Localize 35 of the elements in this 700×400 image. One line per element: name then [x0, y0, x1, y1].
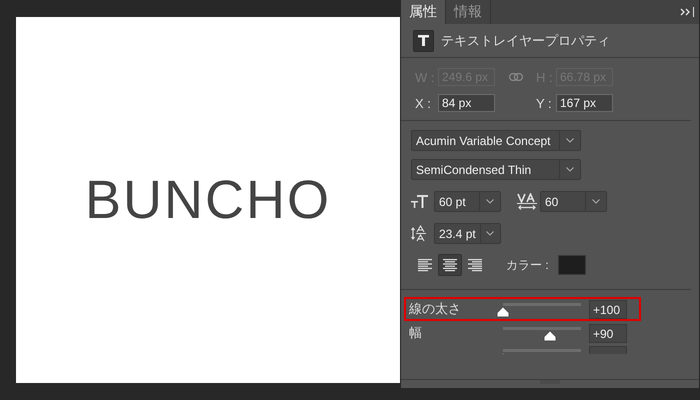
canvas-text: BUNCHO: [84, 169, 331, 231]
slider-label: 線の太さ: [408, 300, 462, 318]
align-left-icon: [418, 258, 432, 272]
panel-title: テキストレイヤープロパティ: [441, 32, 610, 50]
field-label: X :: [415, 96, 432, 110]
dropdown[interactable]: 60: [540, 191, 607, 212]
value-field[interactable]: +100: [589, 300, 627, 318]
font-size-icon: [411, 195, 428, 208]
panel-tab[interactable]: 属性: [401, 0, 446, 24]
value-field[interactable]: +90: [589, 324, 627, 342]
caret-icon: [592, 199, 600, 204]
align-center-icon: [443, 258, 457, 272]
dropdown[interactable]: 60 pt: [434, 191, 501, 212]
caret-icon: [486, 231, 494, 236]
slider-thumb[interactable]: [544, 331, 556, 341]
link-icon: [508, 73, 522, 81]
color-swatch[interactable]: [558, 255, 586, 275]
caret-icon: [566, 138, 574, 143]
align-center-button[interactable]: [438, 254, 462, 276]
caret-icon: [486, 199, 494, 204]
slider-thumb[interactable]: [497, 307, 509, 317]
type-glyph-icon: [418, 35, 429, 46]
dropdown[interactable]: SemiCondensed Thin: [411, 159, 581, 180]
align-right-icon: [468, 258, 482, 272]
color-label: カラー :: [506, 256, 549, 274]
panel-menu-icon[interactable]: [680, 7, 694, 17]
value-field[interactable]: 167 px: [556, 94, 613, 112]
caret-icon: [566, 167, 574, 172]
value-field[interactable]: 84 px: [438, 94, 495, 112]
field-label: Y :: [536, 96, 553, 110]
dropdown[interactable]: 23.4 pt: [434, 223, 501, 244]
tracking-icon: [517, 193, 537, 210]
dropdown[interactable]: Acumin Variable Concept: [411, 130, 581, 151]
slider-label: 幅: [408, 324, 423, 342]
leading-icon: [411, 225, 428, 242]
